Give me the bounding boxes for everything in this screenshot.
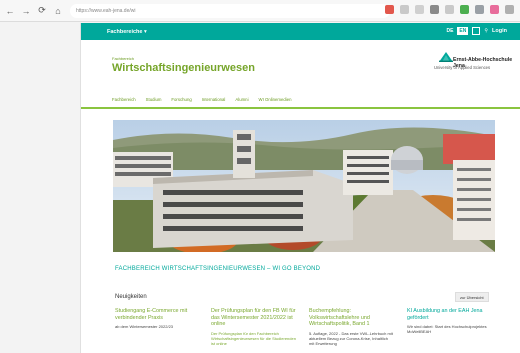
faculty-slogan: FACHBEREICH WIRTSCHAFTSINGENIEURWESEN – … <box>115 266 321 272</box>
forward-icon[interactable]: → <box>20 5 32 17</box>
nav-item-fachbereich[interactable]: Fachbereich <box>112 97 136 102</box>
page-title[interactable]: Wirtschaftsingenieurwesen <box>112 62 255 74</box>
lang-de-link[interactable]: DE <box>446 28 453 34</box>
news-item-text: ab dem Wintersemester 2022/23 <box>115 324 174 330</box>
window-icon[interactable] <box>475 5 484 14</box>
campus-hero-image <box>113 120 495 252</box>
news-item[interactable]: Buchempfehlung: Volkswirtschaftslehre un… <box>309 308 394 346</box>
address-bar[interactable]: https://www.eah-jena.de/wi <box>70 3 390 18</box>
news-item[interactable]: Der Prüfungsplan für den FB WI für das W… <box>211 308 296 346</box>
user-icon[interactable]: ⚲ <box>484 28 488 34</box>
news-overview-button[interactable]: zur Übersicht <box>455 292 489 302</box>
url-text: https://www.eah-jena.de/wi <box>76 7 136 14</box>
nav-item-alumni[interactable]: Alumni <box>235 97 248 102</box>
back-icon[interactable]: ← <box>4 5 16 17</box>
login-link[interactable]: Login <box>492 28 507 34</box>
nav-item-studium[interactable]: Studium <box>146 97 162 102</box>
browser-toolbar: ← → ⟳ ⌂ https://www.eah-jena.de/wi <box>0 0 520 22</box>
accessibility-icon[interactable] <box>472 27 481 35</box>
fb-label: Fachbereich <box>112 56 135 61</box>
bookmark-icon[interactable] <box>400 5 409 14</box>
nav-item-forschung[interactable]: Forschung <box>171 97 191 102</box>
download-icon[interactable] <box>445 5 454 14</box>
lang-en-link[interactable]: EN <box>457 27 469 35</box>
green-extension-icon[interactable] <box>460 5 469 14</box>
shield-icon[interactable] <box>430 5 439 14</box>
news-item-title[interactable]: Der Prüfungsplan für den FB WI für das W… <box>211 308 296 328</box>
logo-subtitle: University of Applied Sciences <box>434 65 491 70</box>
tools-icon[interactable] <box>415 5 424 14</box>
news-heading: Neuigkeiten <box>115 294 147 300</box>
news-item-text: Wir sind dabei: Start des Hochschulproje… <box>407 324 487 335</box>
nav-item-international[interactable]: International <box>202 97 226 102</box>
news-item-title[interactable]: Studiengang E-Commerce mit verbindender … <box>115 308 200 321</box>
home-icon[interactable]: ⌂ <box>52 5 64 17</box>
news-item-text: 5. Auflage, 2022 - Das erste VWL-Lehrbuc… <box>309 330 393 346</box>
main-navigation: Fachbereich Studium Forschung Internatio… <box>81 91 520 109</box>
university-logo-icon[interactable] <box>439 52 453 62</box>
nav-item-onlinemedien[interactable]: WI Onlinemedien <box>259 97 292 102</box>
reload-icon[interactable]: ⟳ <box>36 5 48 17</box>
settings-icon[interactable] <box>505 5 514 14</box>
fachbereiche-menu[interactable]: Fachbereiche ▾ <box>107 29 147 35</box>
extension-icon[interactable] <box>385 5 394 14</box>
top-bar: Fachbereiche ▾ DE EN ⚲ Login <box>81 23 520 40</box>
web-page: Fachbereiche ▾ DE EN ⚲ Login Fachbereich… <box>80 23 520 353</box>
news-item-title[interactable]: KI Ausbildung an der EAH Jena gefördert <box>407 308 492 321</box>
news-item[interactable]: KI Ausbildung an der EAH Jena gefördert … <box>407 308 492 334</box>
profile-icon[interactable] <box>490 5 499 14</box>
news-item[interactable]: Studiengang E-Commerce mit verbindender … <box>115 308 200 329</box>
news-item-title[interactable]: Buchempfehlung: Volkswirtschaftslehre un… <box>309 308 394 328</box>
news-item-text: Der Prüfungsplan für den Fachbereich Wir… <box>211 330 296 346</box>
